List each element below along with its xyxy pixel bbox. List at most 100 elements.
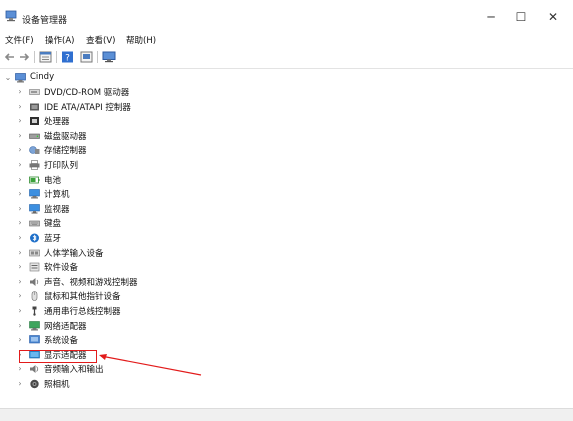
audio-io-icon (30, 365, 39, 374)
chevron-right-icon[interactable]: › (15, 187, 25, 201)
tree-item-label: 软件设备 (44, 263, 79, 274)
chevron-right-icon[interactable]: › (15, 85, 25, 99)
usb-icon (32, 306, 37, 316)
tree-item-label: 网络适配器 (44, 321, 87, 332)
tree-item[interactable]: › 照相机 (0, 377, 220, 391)
toolbar-separator (34, 51, 35, 63)
device-manager-icon (5, 10, 17, 22)
tree-item[interactable]: › 存储控制器 (0, 143, 220, 157)
chevron-right-icon[interactable]: › (15, 275, 25, 289)
tree-item-label: 照相机 (44, 380, 70, 390)
tree-item-label: 人体学输入设备 (44, 248, 104, 259)
tree-item-label: 监视器 (44, 204, 70, 215)
tree-item[interactable]: › 计算机 (0, 187, 220, 201)
menu-view[interactable]: 查看(V) (86, 34, 115, 46)
camera-icon (30, 379, 39, 389)
menu-bar: 文件(F) 操作(A) 查看(V) 帮助(H) (0, 32, 573, 48)
monitor-toolbar-icon[interactable] (102, 51, 116, 63)
tree-item[interactable]: › 声音、视频和游戏控制器 (0, 275, 220, 289)
menu-file[interactable]: 文件(F) (5, 34, 34, 46)
network-adapter-icon (29, 320, 40, 330)
red-arrow (99, 354, 202, 376)
hid-icon (29, 249, 40, 256)
tree-item[interactable]: › 处理器 (0, 114, 220, 128)
bluetooth-icon (30, 233, 39, 243)
chevron-right-icon[interactable]: › (15, 158, 25, 172)
menu-action[interactable]: 操作(A) (45, 34, 74, 46)
tree-item[interactable]: › 打印队列 (0, 158, 220, 172)
computer-root-icon (15, 73, 26, 83)
tree-item-label: DVD/CD-ROM 驱动器 (44, 88, 130, 98)
tree-item[interactable]: › 网络适配器 (0, 319, 220, 333)
chevron-right-icon[interactable]: › (15, 100, 25, 114)
title-bar: 设备管理器 ─ ☐ ✕ (0, 0, 573, 32)
tree-item[interactable]: › 通用串行总线控制器 (0, 304, 220, 318)
tree-item-label: IDE ATA/ATAPI 控制器 (44, 102, 131, 113)
tree-item[interactable]: › 系统设备 (0, 333, 220, 347)
chevron-right-icon[interactable]: › (15, 377, 25, 391)
chevron-right-icon[interactable]: › (15, 129, 25, 143)
forward-icon[interactable] (18, 51, 30, 63)
disk-drive-icon (29, 133, 40, 139)
chevron-right-icon[interactable]: › (15, 304, 25, 318)
sound-icon (30, 277, 39, 286)
system-device-icon (29, 335, 40, 344)
monitor-icon (29, 203, 40, 214)
chevron-right-icon[interactable]: › (15, 319, 25, 333)
window-title: 设备管理器 (22, 16, 68, 26)
processor-icon (30, 117, 39, 126)
menu-help[interactable]: 帮助(H) (126, 34, 156, 46)
chevron-right-icon[interactable]: › (15, 143, 25, 157)
storage-controller-icon (29, 146, 40, 155)
tree-item[interactable]: › 键盘 (0, 216, 220, 230)
tree-item[interactable]: › 人体学输入设备 (0, 246, 220, 260)
tree-item[interactable]: › 软件设备 (0, 260, 220, 274)
tree-item[interactable]: › 磁盘驱动器 (0, 129, 220, 143)
chevron-right-icon[interactable]: › (15, 231, 25, 245)
close-icon: ✕ (547, 10, 559, 24)
dvd-drive-icon (29, 89, 40, 95)
tree-item-label: 系统设备 (44, 336, 79, 347)
tree-item-label: 打印队列 (44, 161, 79, 171)
chevron-right-icon[interactable]: › (15, 173, 25, 187)
tree-item-label: 键盘 (44, 219, 62, 230)
highlight-box (19, 350, 97, 363)
printer-icon (29, 160, 40, 170)
ide-controller-icon (30, 103, 39, 111)
status-bar (0, 408, 573, 421)
tree-root-label: Cindy (30, 72, 55, 82)
close-button[interactable]: ✕ (538, 6, 568, 28)
tree-item[interactable]: › 鼠标和其他指针设备 (0, 289, 220, 303)
tree-item[interactable]: › 监视器 (0, 202, 220, 216)
tree-item-label: 磁盘驱动器 (44, 131, 87, 142)
toolbar: ? (0, 48, 573, 66)
maximize-button[interactable]: ☐ (506, 6, 536, 28)
chevron-right-icon[interactable]: › (15, 260, 25, 274)
chevron-right-icon[interactable]: › (15, 333, 25, 347)
properties-icon[interactable] (39, 51, 52, 63)
back-icon[interactable] (4, 51, 16, 63)
computer-icon (29, 189, 40, 199)
chevron-right-icon[interactable]: › (15, 289, 25, 303)
minimize-button[interactable]: ─ (476, 6, 506, 28)
chevron-down-icon[interactable]: ⌄ (3, 71, 13, 85)
tree-item[interactable]: › 电池 (0, 173, 220, 187)
minimize-icon: ─ (487, 10, 495, 24)
chevron-right-icon[interactable]: › (15, 202, 25, 216)
mouse-icon (31, 291, 38, 302)
tree-item[interactable]: › 蓝牙 (0, 231, 220, 245)
battery-icon (29, 176, 40, 183)
chevron-right-icon[interactable]: › (15, 114, 25, 128)
tree-item[interactable]: › IDE ATA/ATAPI 控制器 (0, 100, 220, 114)
scan-icon[interactable] (80, 51, 93, 63)
tree-root[interactable]: ⌄ Cindy (0, 71, 200, 85)
chevron-right-icon[interactable]: › (15, 216, 25, 230)
tree-item[interactable]: › DVD/CD-ROM 驱动器 (0, 85, 220, 99)
help-icon[interactable]: ? (61, 51, 74, 63)
chevron-right-icon[interactable]: › (15, 246, 25, 260)
maximize-icon: ☐ (515, 10, 527, 24)
tree-item-label: 计算机 (44, 190, 70, 201)
svg-text:?: ? (65, 54, 70, 64)
software-device-icon (29, 262, 40, 272)
chevron-right-icon[interactable]: › (15, 362, 25, 376)
